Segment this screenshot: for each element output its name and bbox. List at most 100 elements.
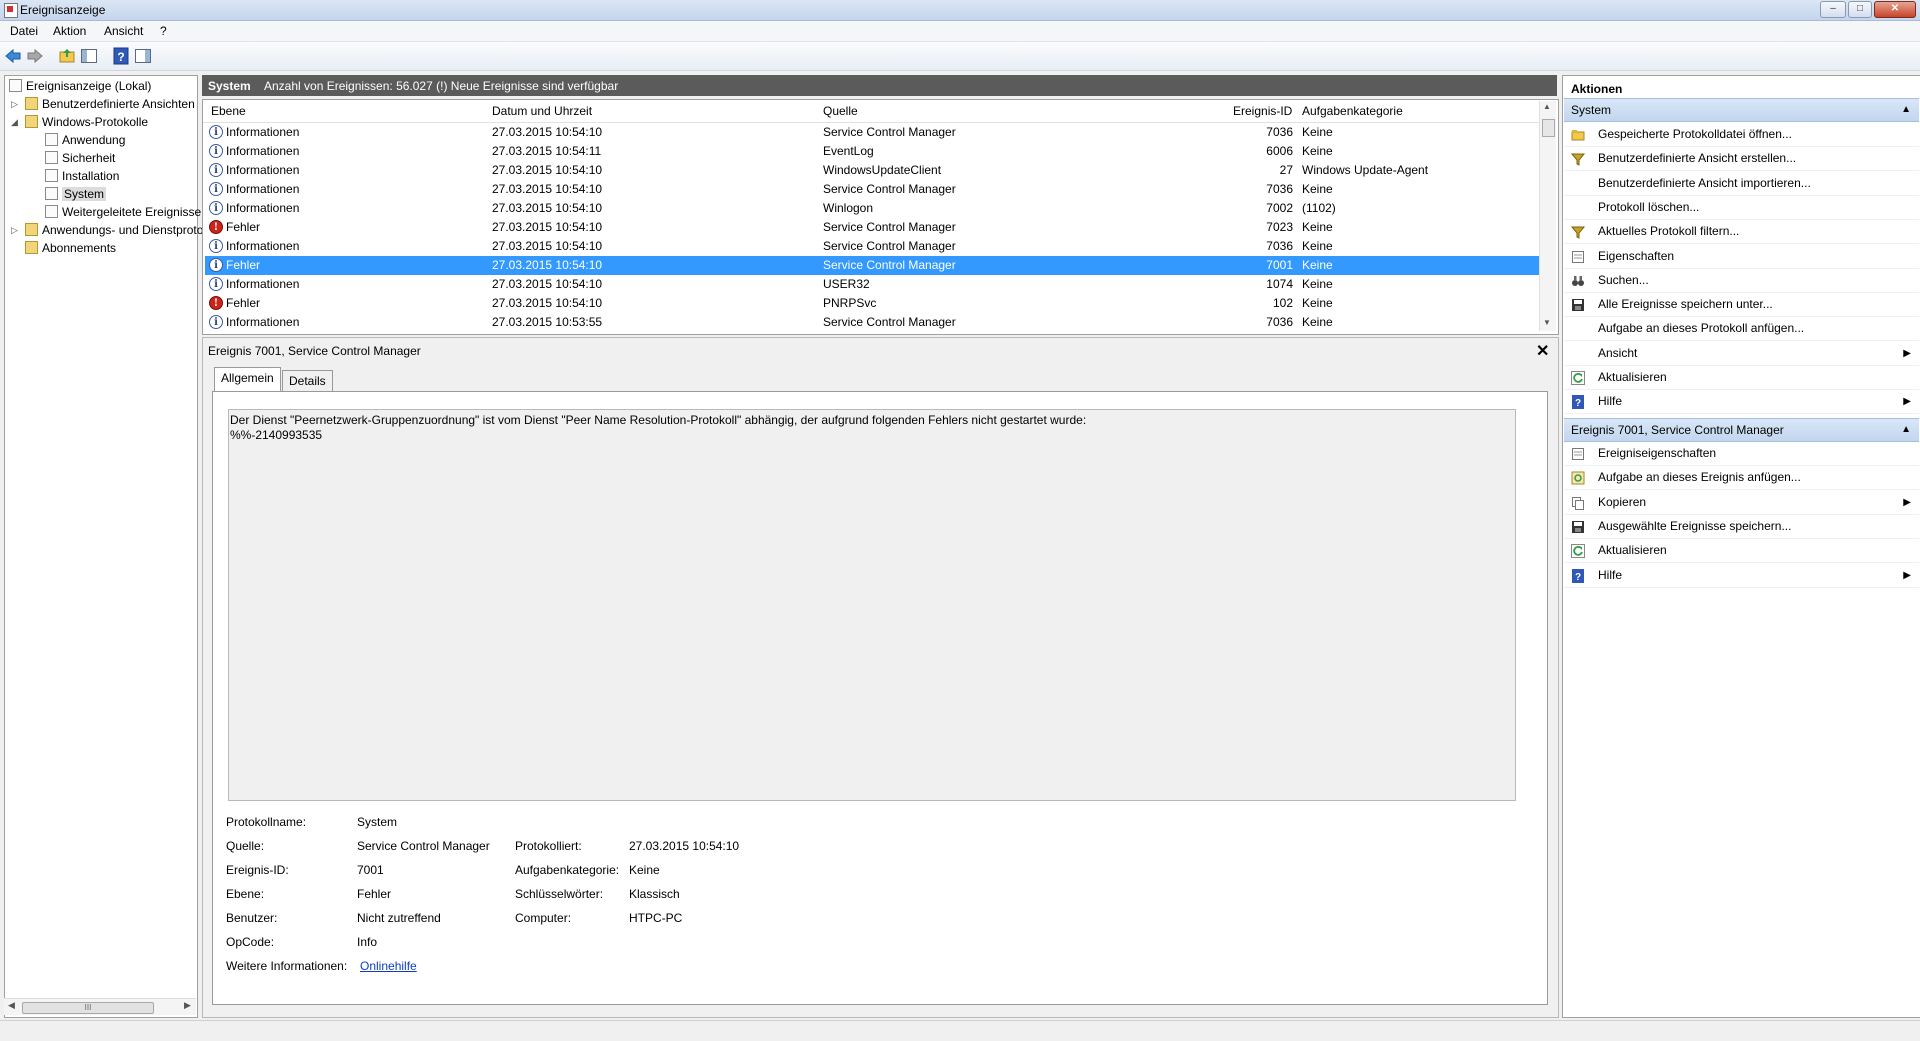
- folder-icon: [25, 241, 38, 254]
- cell-quelle: Winlogon: [823, 201, 874, 215]
- tree-item-subscriptions[interactable]: Abonnements: [25, 240, 116, 257]
- task-icon: [1571, 470, 1585, 485]
- action-label: Benutzerdefinierte Ansicht importieren..…: [1598, 175, 1811, 190]
- action-ansicht[interactable]: Ansicht ▶: [1564, 342, 1919, 366]
- tree-item-app-service-logs[interactable]: ▷ Anwendungs- und Dienstprotokolle: [11, 222, 228, 239]
- collapse-arrow-icon[interactable]: ▲: [1894, 419, 1911, 441]
- event-viewer-app-icon: [4, 3, 18, 18]
- tree-item-windows-logs[interactable]: ◢ Windows-Protokolle: [11, 114, 148, 131]
- section-system[interactable]: System ▲: [1564, 98, 1919, 122]
- action-suchen[interactable]: Suchen...: [1564, 269, 1919, 293]
- action-aktualisieren[interactable]: Aktualisieren: [1564, 366, 1919, 390]
- action-ausgewählte-ereignisse-speichern[interactable]: Ausgewählte Ereignisse speichern...: [1564, 515, 1919, 539]
- tree-item-forwarded-events[interactable]: Weitergeleitete Ereignisse: [45, 204, 201, 221]
- help-icon[interactable]: ?: [112, 47, 130, 65]
- cell-ebene: Informationen: [226, 163, 300, 177]
- action-label: Ansicht: [1598, 345, 1638, 360]
- scroll-up-icon[interactable]: ▲: [1543, 102, 1551, 111]
- table-row[interactable]: i Informationen 27.03.2015 10:54:10 Service…: [205, 180, 1540, 199]
- label-protokolliert: Protokolliert:: [515, 839, 582, 853]
- action-ereigniseigenschaften[interactable]: Ereigniseigenschaften: [1564, 442, 1919, 466]
- column-datum[interactable]: Datum und Uhrzeit: [492, 104, 592, 118]
- cell-ereignis-id: 7036: [1266, 125, 1293, 139]
- tab-allgemein[interactable]: Allgemein: [214, 367, 281, 392]
- tree-item-system[interactable]: System: [45, 186, 107, 203]
- action-aufgabe-an-dieses-ereignis-anfügen[interactable]: Aufgabe an dieses Ereignis anfügen...: [1564, 466, 1919, 491]
- scroll-thumb[interactable]: III: [22, 1002, 154, 1014]
- table-row[interactable]: i Fehler 27.03.2015 10:54:10 Service Contro…: [205, 256, 1540, 275]
- tree-item-installation[interactable]: Installation: [45, 168, 119, 185]
- close-button[interactable]: ✕: [1874, 1, 1916, 18]
- filter-icon: [1570, 151, 1586, 167]
- column-quelle[interactable]: Quelle: [823, 104, 858, 118]
- cell-aufgabenkategorie: Keine: [1302, 220, 1333, 234]
- expand-icon[interactable]: ▷: [11, 96, 21, 113]
- properties-icon: [1571, 446, 1585, 460]
- actions-header: Aktionen: [1571, 82, 1623, 96]
- action-gespeicherte-protokolldatei-öffnen[interactable]: Gespeicherte Protokolldatei öffnen...: [1564, 123, 1919, 147]
- column-aufgabenkategorie[interactable]: Aufgabenkategorie: [1302, 104, 1403, 118]
- event-list-scrollbar[interactable]: ▲ ▼: [1539, 101, 1556, 331]
- tree-horizontal-scrollbar[interactable]: ◀ III ▶: [4, 998, 196, 1015]
- menu-aktion[interactable]: Aktion: [53, 24, 86, 38]
- table-row[interactable]: i Informationen 27.03.2015 10:54:10 Service…: [205, 123, 1540, 142]
- collapse-arrow-icon[interactable]: ▲: [1894, 99, 1911, 121]
- show-hide-tree-icon[interactable]: [80, 47, 98, 65]
- cell-quelle: PNRPSvc: [823, 296, 877, 310]
- action-benutzerdefinierte-ansicht-erstellen[interactable]: Benutzerdefinierte Ansicht erstellen...: [1564, 147, 1919, 172]
- label-weitere-informationen: Weitere Informationen:: [226, 959, 348, 973]
- minimize-button[interactable]: –: [1820, 1, 1846, 18]
- scroll-left-icon[interactable]: ◀: [8, 1000, 15, 1011]
- action-eigenschaften[interactable]: Eigenschaften: [1564, 245, 1919, 269]
- close-icon[interactable]: ✕: [1536, 341, 1549, 361]
- cell-datum: 27.03.2015 10:54:10: [492, 182, 603, 196]
- maximize-button[interactable]: □: [1848, 1, 1872, 18]
- table-row[interactable]: i Informationen 27.03.2015 10:54:10 USER32 K…: [205, 275, 1540, 294]
- back-arrow-icon[interactable]: [4, 47, 22, 65]
- table-row[interactable]: i Informationen 27.03.2015 10:53:55 Service…: [205, 313, 1540, 332]
- tree-item-anwendung[interactable]: Anwendung: [45, 132, 125, 149]
- cell-quelle: Service Control Manager: [823, 125, 956, 139]
- menu-help[interactable]: ?: [160, 24, 167, 38]
- action-alle-ereignisse-speichern-unter[interactable]: Alle Ereignisse speichern unter...: [1564, 293, 1919, 318]
- action-benutzerdefinierte-ansicht-importieren[interactable]: Benutzerdefinierte Ansicht importieren..…: [1564, 172, 1919, 196]
- action-protokoll-löschen[interactable]: Protokoll löschen...: [1564, 196, 1919, 220]
- collapse-icon[interactable]: ◢: [11, 114, 21, 131]
- tree-item-custom-views[interactable]: ▷ Benutzerdefinierte Ansichten: [11, 96, 195, 113]
- action-aufgabe-an-dieses-protokoll-anfügen[interactable]: Aufgabe an dieses Protokoll anfügen...: [1564, 317, 1919, 342]
- tab-details[interactable]: Details: [282, 370, 333, 391]
- column-ereignis-id[interactable]: Ereignis-ID: [1233, 104, 1292, 118]
- section-label: Ereignis 7001, Service Control Manager: [1571, 423, 1784, 437]
- event-message-box[interactable]: [228, 409, 1516, 801]
- expand-icon[interactable]: ▷: [11, 222, 21, 239]
- action-kopieren[interactable]: Kopieren ▶: [1564, 491, 1919, 515]
- online-help-link[interactable]: Onlinehilfe: [360, 959, 417, 973]
- tree-item-root[interactable]: Ereignisanzeige (Lokal): [9, 78, 151, 95]
- table-row[interactable]: i Informationen 27.03.2015 10:54:10 Service…: [205, 237, 1540, 256]
- info-icon: i: [209, 201, 223, 215]
- table-row[interactable]: i Informationen 27.03.2015 10:54:10 Winlogo…: [205, 199, 1540, 218]
- action-aktuelles-protokoll-filtern[interactable]: Aktuelles Protokoll filtern...: [1564, 220, 1919, 245]
- forward-arrow-icon[interactable]: [26, 47, 44, 65]
- menu-datei[interactable]: Datei: [10, 24, 38, 38]
- cell-aufgabenkategorie: Windows Update-Agent: [1302, 163, 1429, 177]
- scroll-thumb[interactable]: [1542, 119, 1555, 137]
- scroll-right-icon[interactable]: ▶: [184, 1000, 191, 1011]
- scroll-down-icon[interactable]: ▼: [1543, 318, 1551, 327]
- table-row[interactable]: ! Fehler 27.03.2015 10:54:10 PNRPSvc Keine 10…: [205, 294, 1540, 313]
- tree-item-sicherheit[interactable]: Sicherheit: [45, 150, 115, 167]
- action-aktualisieren[interactable]: Aktualisieren: [1564, 539, 1919, 564]
- section-event[interactable]: Ereignis 7001, Service Control Manager ▲: [1564, 418, 1919, 442]
- action-hilfe[interactable]: ? Hilfe ▶: [1564, 390, 1919, 415]
- action-hilfe[interactable]: ? Hilfe ▶: [1564, 564, 1919, 588]
- menu-ansicht[interactable]: Ansicht: [104, 24, 143, 38]
- table-row[interactable]: i Informationen 27.03.2015 10:54:11 EventLo…: [205, 142, 1540, 161]
- action-label: Hilfe: [1598, 567, 1623, 582]
- column-ebene[interactable]: Ebene: [211, 104, 246, 118]
- cell-ebene: Informationen: [226, 125, 300, 139]
- show-hide-action-pane-icon[interactable]: [134, 47, 152, 65]
- table-row[interactable]: i Informationen 27.03.2015 10:54:10 Windows…: [205, 161, 1540, 180]
- up-folder-icon[interactable]: [58, 47, 76, 65]
- table-row[interactable]: ! Fehler 27.03.2015 10:54:10 Service Contro…: [205, 218, 1540, 237]
- cell-datum: 27.03.2015 10:54:10: [492, 258, 603, 272]
